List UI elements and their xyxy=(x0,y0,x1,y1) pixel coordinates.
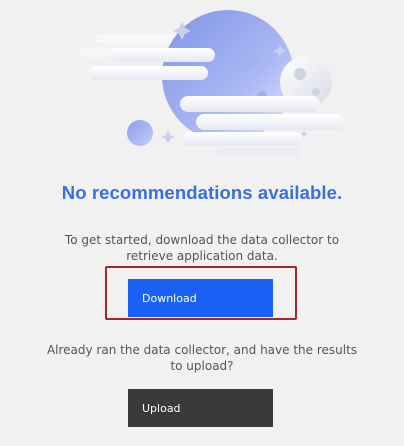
upload-button[interactable]: Upload xyxy=(128,389,273,427)
page-title: No recommendations available. xyxy=(61,182,343,203)
small-planet-shape xyxy=(127,120,153,146)
upload-description: Already ran the data collector, and have… xyxy=(46,343,358,373)
download-button[interactable]: Download xyxy=(128,279,273,317)
empty-state-illustration xyxy=(80,10,344,158)
download-description: To get started, download the data collec… xyxy=(64,233,340,263)
